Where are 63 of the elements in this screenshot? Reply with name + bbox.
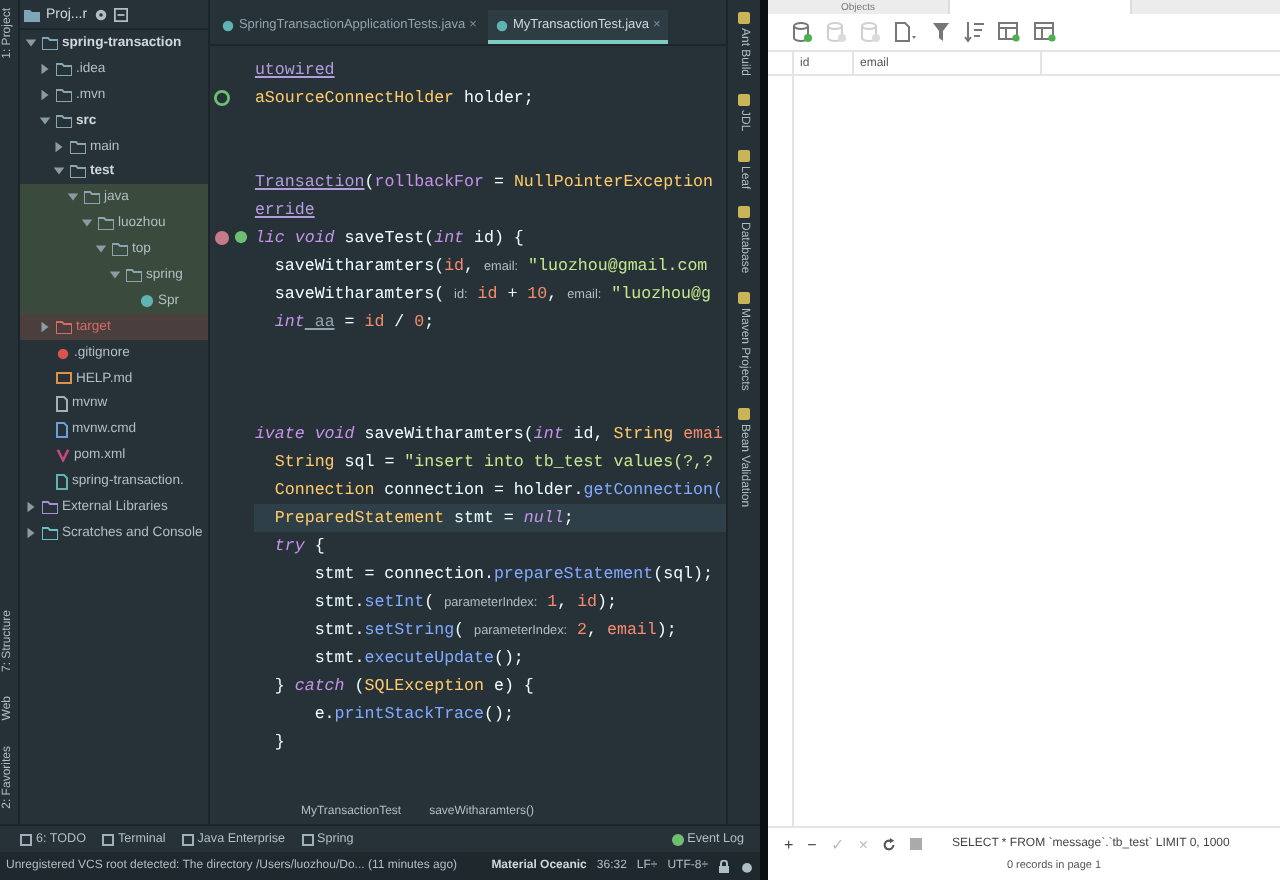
expanded-arrow-icon[interactable] <box>37 113 52 128</box>
tool-icon <box>101 833 114 845</box>
bean-icon[interactable] <box>214 90 231 106</box>
collapse-icon[interactable] <box>113 7 128 21</box>
code-line: String sql = "insert into tb_test values(?,? <box>272 453 714 471</box>
tool-icon <box>301 833 314 845</box>
code-line: utowired <box>254 61 335 79</box>
expanded-arrow-icon[interactable] <box>51 164 66 179</box>
tool-icon <box>738 12 751 24</box>
class-icon <box>139 293 154 308</box>
folder-icon <box>55 319 72 334</box>
code-line: e.printStackTrace(); <box>312 705 514 723</box>
override-icon[interactable] <box>234 230 249 244</box>
tool-icon <box>181 833 194 845</box>
tool-icon <box>738 149 751 162</box>
tool-icon <box>738 94 751 107</box>
code-line: try { <box>272 537 325 555</box>
tool-icon <box>738 408 751 421</box>
breakpoint-icon[interactable] <box>214 230 231 246</box>
class-icon <box>496 19 509 31</box>
tool-icon <box>738 206 751 219</box>
expanded-arrow-icon[interactable] <box>79 216 94 231</box>
settings-icon[interactable] <box>93 7 108 21</box>
collapsed-arrow-icon[interactable] <box>37 61 52 76</box>
code-line: PreparedStatement stmt = null; <box>272 509 574 527</box>
sort-icon[interactable] <box>964 22 984 42</box>
stop-icon[interactable] <box>910 838 923 850</box>
table-icon[interactable] <box>998 22 1020 42</box>
lock-icon[interactable] <box>718 859 730 873</box>
filter-icon[interactable] <box>932 22 950 42</box>
collapsed-arrow-icon[interactable] <box>37 319 52 334</box>
code-line: Transaction(rollbackFor = NullPointerException <box>254 173 714 191</box>
code-line: aSourceConnectHolder holder; <box>254 89 534 107</box>
file-icon <box>55 473 68 490</box>
code-line: ivate void saveWitharamters(int id, String emai <box>254 425 723 443</box>
expanded-arrow-icon[interactable] <box>93 242 108 257</box>
document-icon[interactable] <box>894 22 918 42</box>
code-line: } <box>272 733 285 751</box>
class-icon <box>222 19 235 31</box>
code-line: stmt.executeUpdate(); <box>312 649 524 667</box>
expanded-arrow-icon[interactable] <box>107 267 122 282</box>
expanded-arrow-icon[interactable] <box>23 35 38 50</box>
event-log-icon <box>671 833 684 845</box>
code-line: int aa = id / 0; <box>272 313 435 331</box>
tool-icon <box>738 292 751 305</box>
code-line: erride <box>254 201 315 219</box>
row-action-button[interactable]: − <box>807 835 817 853</box>
code-line: stmt = connection.prepareStatement(sql); <box>312 565 713 583</box>
maven-icon <box>55 448 70 463</box>
row-action-button[interactable]: + <box>784 835 794 853</box>
expanded-arrow-icon[interactable] <box>65 190 80 205</box>
code-line: Connection connection = holder.getConnection( <box>272 481 723 499</box>
collapsed-arrow-icon[interactable] <box>37 87 52 102</box>
table-icon[interactable] <box>1034 22 1056 42</box>
code-line: } catch (SQLException e) { <box>272 677 534 695</box>
database-icon[interactable] <box>792 22 812 42</box>
tool-icon <box>20 833 32 845</box>
collapsed-arrow-icon[interactable] <box>23 525 38 540</box>
collapsed-arrow-icon[interactable] <box>23 499 38 514</box>
collapsed-arrow-icon[interactable] <box>51 139 66 153</box>
refresh-icon[interactable] <box>882 837 897 851</box>
markdown-icon <box>55 372 72 385</box>
code-line: lic void saveTest(int id) { <box>254 229 524 247</box>
